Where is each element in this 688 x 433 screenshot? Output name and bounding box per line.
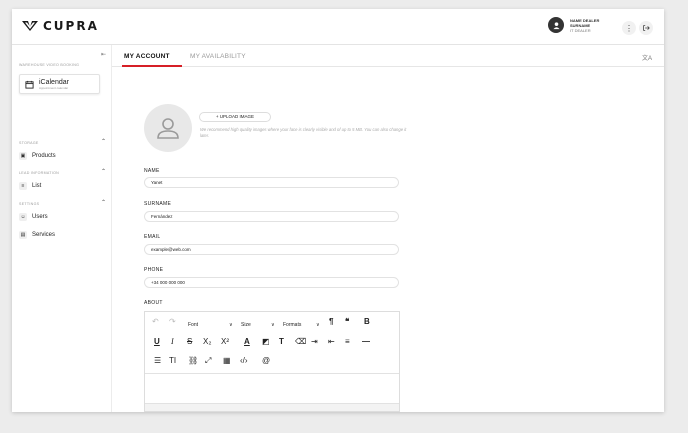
user-menu[interactable]: NAME DEALER SURNAME IT DEALER <box>548 17 599 33</box>
app-window: CUPRA NAME DEALER SURNAME IT DEALER ⋮ ⇤ … <box>12 9 664 412</box>
sidebar-heading-lead-information: LEAD INFORMATION <box>19 171 60 175</box>
upload-image-button[interactable]: + UPLOAD IMAGE <box>199 112 271 122</box>
text-color-icon[interactable]: A <box>244 337 250 347</box>
account-tabs: MY ACCOUNT MY AVAILABILITY 文A <box>112 45 664 67</box>
sidebar-item-products[interactable]: ▣ Products <box>19 152 56 160</box>
subscript-icon[interactable]: X₂ <box>203 337 211 347</box>
kebab-menu-icon: ⋮ <box>625 23 633 33</box>
underline-icon[interactable]: U <box>154 337 160 347</box>
collapse-sidebar-icon[interactable]: ⇤ <box>101 51 106 58</box>
language-icon[interactable]: 文A <box>642 53 652 62</box>
more-options-button[interactable]: ⋮ <box>622 21 636 35</box>
storage-chevron-up-icon[interactable]: ⌃ <box>101 138 106 145</box>
code-icon[interactable]: ‹/› <box>240 356 248 366</box>
sidebar-item-label: Products <box>32 153 56 159</box>
top-header: CUPRA NAME DEALER SURNAME IT DEALER ⋮ <box>12 9 664 45</box>
calendar-icon <box>25 80 34 89</box>
about-rich-text-editor: ↶ ↷ Font ∨ Size ∨ Formats ∨ ¶ ❝ B U I S … <box>144 311 400 412</box>
logout-button[interactable] <box>639 21 653 35</box>
special-character-icon[interactable]: @ <box>262 356 270 366</box>
sidebar-item-services[interactable]: ▤ Services <box>19 231 55 239</box>
sidebar-item-list[interactable]: ≡ List <box>19 182 41 190</box>
user-info: NAME DEALER SURNAME IT DEALER <box>570 18 599 33</box>
horizontal-rule-icon[interactable]: — <box>362 337 370 347</box>
cupra-logo-icon <box>22 21 38 31</box>
outdent-icon[interactable]: ⇤ <box>328 337 335 347</box>
upload-hint-text: We recommend high quality images where y… <box>200 127 407 138</box>
icalendar-card[interactable]: iCalendar Appointment calendar <box>19 74 100 94</box>
ordered-list-icon[interactable]: ☰ <box>154 356 161 366</box>
background-color-icon[interactable]: ◩ <box>262 337 270 347</box>
name-field[interactable]: Yanet <box>144 177 399 188</box>
clear-format-icon[interactable]: ⌫ <box>295 337 306 347</box>
superscript-icon[interactable]: X² <box>221 337 229 347</box>
font-dropdown[interactable]: Font <box>188 320 198 330</box>
user-silhouette-icon <box>552 21 560 29</box>
logout-icon <box>643 25 650 31</box>
bold-icon[interactable]: B <box>364 317 370 327</box>
main-content: MY ACCOUNT MY AVAILABILITY 文A + UPLOAD I… <box>112 45 664 412</box>
email-label: EMAIL <box>144 234 161 240</box>
sidebar-item-label: Users <box>32 214 48 220</box>
strikethrough-icon[interactable]: S <box>187 337 192 347</box>
link-icon[interactable]: ⛓ <box>188 356 198 366</box>
settings-chevron-up-icon[interactable]: ⌃ <box>101 199 106 206</box>
sidebar-heading-settings: SETTINGS <box>19 202 40 206</box>
phone-field[interactable]: +34 000 000 000 <box>144 277 399 288</box>
formats-dropdown[interactable]: Formats <box>283 320 301 330</box>
icalendar-title: iCalendar <box>39 78 69 86</box>
table-icon[interactable]: ▦ <box>223 356 231 366</box>
size-dropdown[interactable]: Size <box>241 320 251 330</box>
align-icon[interactable]: ≡ <box>345 337 350 347</box>
italic-icon[interactable]: I <box>171 337 174 347</box>
active-tab-indicator <box>122 65 182 67</box>
line-height-icon[interactable]: TI <box>169 356 176 366</box>
services-icon: ▤ <box>19 231 27 239</box>
surname-field[interactable]: Fernández <box>144 211 399 222</box>
icalendar-subtitle: Appointment calendar <box>39 85 69 90</box>
list-icon: ≡ <box>19 182 27 190</box>
size-chevron-down-icon[interactable]: ∨ <box>271 320 275 330</box>
brand-logo[interactable]: CUPRA <box>22 19 99 33</box>
editor-toolbar: ↶ ↷ Font ∨ Size ∨ Formats ∨ ¶ ❝ B U I S … <box>145 312 399 374</box>
blockquote-icon[interactable]: ❝ <box>345 317 349 327</box>
user-role: IT DEALER <box>570 27 591 33</box>
formats-chevron-down-icon[interactable]: ∨ <box>316 320 320 330</box>
users-icon: ☺ <box>19 213 27 221</box>
undo-icon[interactable]: ↶ <box>152 317 159 327</box>
tab-my-availability[interactable]: MY AVAILABILITY <box>190 53 246 60</box>
user-avatar <box>548 17 564 33</box>
sidebar-heading-video-booking: WAREHOUSE VIDEO BOOKING <box>19 63 80 67</box>
profile-photo-placeholder[interactable] <box>144 104 192 152</box>
surname-label: SURNAME <box>144 201 172 207</box>
text-case-icon[interactable]: T <box>279 337 284 347</box>
tab-my-account[interactable]: MY ACCOUNT <box>124 53 170 60</box>
redo-icon[interactable]: ↷ <box>169 317 176 327</box>
editor-status-bar <box>145 403 399 411</box>
sidebar-heading-storage: STORAGE <box>19 141 39 145</box>
user-placeholder-icon <box>157 118 179 139</box>
fullscreen-icon[interactable]: ⤢ <box>205 356 211 366</box>
name-label: NAME <box>144 168 160 174</box>
about-label: ABOUT <box>144 300 163 306</box>
email-field[interactable]: example@web.com <box>144 244 399 255</box>
lead-chevron-up-icon[interactable]: ⌃ <box>101 168 106 175</box>
sidebar: ⇤ WAREHOUSE VIDEO BOOKING iCalendar Appo… <box>12 45 112 412</box>
brand-name: CUPRA <box>43 19 99 33</box>
user-name: NAME DEALER <box>570 17 600 23</box>
font-chevron-down-icon[interactable]: ∨ <box>229 320 233 330</box>
paragraph-icon[interactable]: ¶ <box>329 317 333 327</box>
products-icon: ▣ <box>19 152 27 160</box>
sidebar-item-label: Services <box>32 232 56 238</box>
sidebar-item-label: List <box>32 183 42 189</box>
phone-label: PHONE <box>144 267 164 273</box>
indent-icon[interactable]: ⇥ <box>311 337 318 347</box>
sidebar-item-users[interactable]: ☺ Users <box>19 213 48 221</box>
